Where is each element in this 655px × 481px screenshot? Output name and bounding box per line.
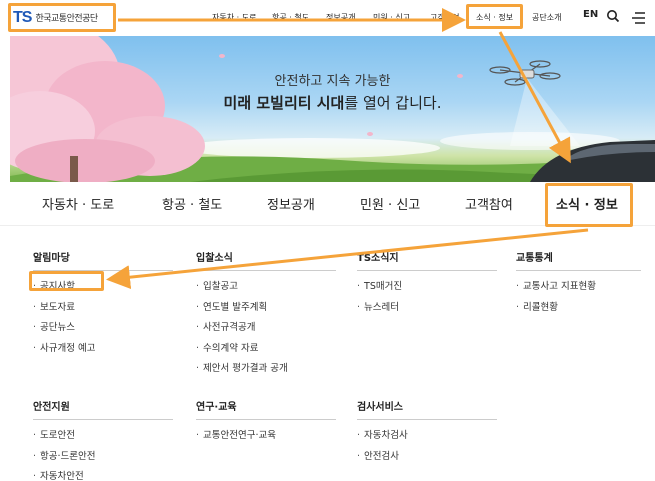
menu-link-aviation-drone-safety[interactable]: 항공·드론안전 (33, 447, 173, 468)
gnb-item-news-info[interactable]: 소식 · 정보 (556, 194, 618, 213)
menu-link-order-plan[interactable]: 연도별 발주계획 (196, 298, 336, 319)
main-navigation: 자동차 · 도로 항공 · 철도 정보공개 민원 · 신고 고객참여 소식 · … (0, 182, 655, 226)
hero-tagline-bold: 미래 모빌리티 시대 (223, 94, 345, 112)
menu-link-bid-notice[interactable]: 입찰공고 (196, 277, 336, 298)
menu-column-inspection: 검사서비스 자동차검사 안전검사 (357, 398, 497, 467)
column-divider (33, 419, 173, 420)
menu-column-title: 교통통계 (516, 253, 553, 264)
menu-column-research-education: 연구·교육 교통안전연구·교육 (196, 398, 336, 447)
menu-column-bidding: 입찰소식 입찰공고 연도별 발주계획 사전규격공개 수의계약 자료 제안서 평가… (196, 249, 336, 380)
hero-tagline-line1: 안전하고 지속 가능한 (274, 74, 391, 89)
language-icon[interactable]: EN (583, 9, 598, 20)
column-divider (196, 270, 336, 271)
mega-menu-panel: 알림마당 공지사항 보도자료 공단뉴스 사규개정 예고 입찰소식 입찰공고 연도… (0, 226, 655, 481)
gnb-item-customer[interactable]: 고객참여 (465, 194, 513, 213)
menu-link-recall[interactable]: 리콜현황 (516, 298, 641, 319)
menu-link-research-education[interactable]: 교통안전연구·교육 (196, 426, 336, 447)
top-nav-item-news-info[interactable]: 소식 · 정보 (476, 12, 513, 23)
menu-link-agency-news[interactable]: 공단뉴스 (33, 318, 173, 339)
menu-link-accident-index[interactable]: 교통사고 지표현황 (516, 277, 641, 298)
top-nav-item-complaint-report[interactable]: 민원 · 신고 (373, 12, 410, 23)
menu-link-private-contract[interactable]: 수의계약 자료 (196, 339, 336, 360)
top-nav-item-aviation-rail[interactable]: 항공 · 철도 (272, 12, 309, 23)
menu-column-title: 입찰소식 (196, 253, 233, 264)
menu-icon[interactable] (632, 9, 646, 28)
column-divider (357, 270, 497, 271)
top-nav-item-info-disclosure[interactable]: 정보공개 (326, 12, 355, 23)
menu-link-safety-inspection[interactable]: 안전검사 (357, 447, 497, 468)
hero-tagline-rest: 를 열어 갑니다. (344, 94, 442, 112)
logo-mark: TS (13, 8, 32, 26)
top-nav-item-customer[interactable]: 고객참여 (430, 12, 459, 23)
menu-link-road-safety[interactable]: 도로안전 (33, 426, 173, 447)
menu-link-newsletter[interactable]: 뉴스레터 (357, 298, 497, 319)
menu-column-title: TS소식지 (357, 253, 399, 264)
menu-column-title: 알림마당 (33, 253, 70, 264)
menu-column-traffic-stats: 교통통계 교통사고 지표현황 리콜현황 (516, 249, 641, 318)
top-nav-item-auto-road[interactable]: 자동차 · 도로 (212, 12, 256, 23)
menu-column-ts-news: TS소식지 TS매거진 뉴스레터 (357, 249, 497, 318)
column-divider (357, 419, 497, 420)
menu-column-safety-support: 안전지원 도로안전 항공·드론안전 자동차안전 (33, 398, 173, 481)
menu-column-title: 연구·교육 (196, 402, 237, 413)
menu-link-press[interactable]: 보도자료 (33, 298, 173, 319)
gnb-item-aviation-rail[interactable]: 항공 · 철도 (162, 194, 222, 213)
menu-link-vehicle-inspection[interactable]: 자동차검사 (357, 426, 497, 447)
hero-banner: 안전하고 지속 가능한 미래 모빌리티 시대를 열어 갑니다. (10, 36, 655, 182)
gnb-item-auto-road[interactable]: 자동차 · 도로 (42, 194, 114, 213)
column-divider (196, 419, 336, 420)
menu-link-vehicle-safety[interactable]: 자동차안전 (33, 467, 173, 481)
menu-column-title: 검사서비스 (357, 402, 403, 413)
menu-link-notice[interactable]: 공지사항 (33, 277, 173, 298)
menu-column-title: 안전지원 (33, 402, 70, 413)
menu-link-ts-magazine[interactable]: TS매거진 (357, 277, 497, 298)
top-nav-item-about[interactable]: 공단소개 (532, 12, 561, 23)
column-divider (33, 270, 173, 271)
site-logo[interactable]: TS 한국교통안전공단 (9, 5, 113, 30)
menu-link-pre-spec[interactable]: 사전규격공개 (196, 318, 336, 339)
menu-link-proposal-result[interactable]: 제안서 평가결과 공개 (196, 359, 336, 380)
menu-link-regulation-notice[interactable]: 사규개정 예고 (33, 339, 173, 360)
column-divider (516, 270, 641, 271)
search-icon[interactable] (606, 8, 620, 27)
gnb-item-info-disclosure[interactable]: 정보공개 (267, 194, 315, 213)
hero-tagline-line2: 미래 모빌리티 시대를 열어 갑니다. (10, 92, 655, 113)
menu-column-notice: 알림마당 공지사항 보도자료 공단뉴스 사규개정 예고 (33, 249, 173, 359)
top-header: TS 한국교통안전공단 자동차 · 도로 항공 · 철도 정보공개 민원 · 신… (0, 0, 655, 36)
logo-text: 한국교통안전공단 (35, 14, 98, 24)
gnb-item-complaint-report[interactable]: 민원 · 신고 (360, 194, 420, 213)
